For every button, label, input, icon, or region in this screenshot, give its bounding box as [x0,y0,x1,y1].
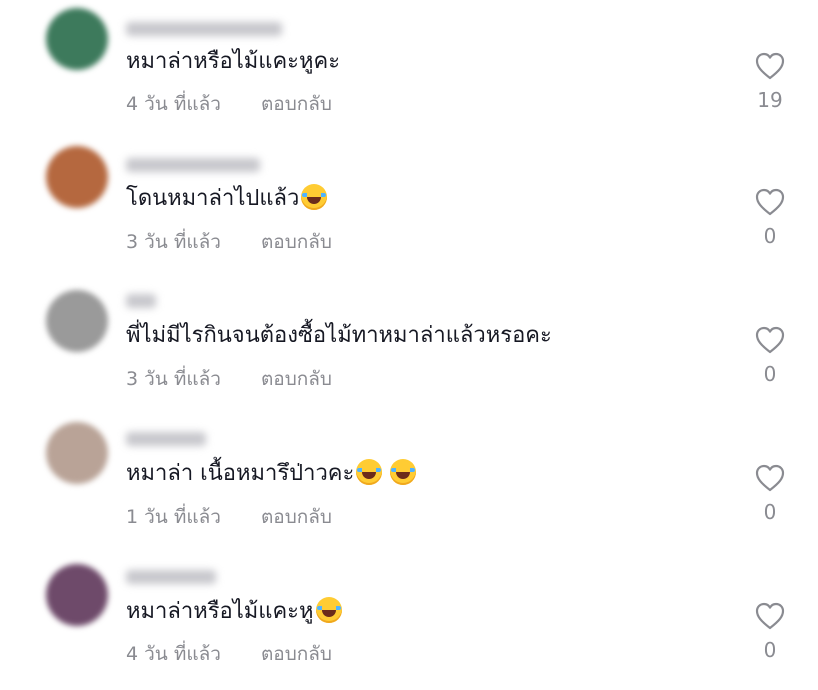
heart-outline-icon [755,326,785,354]
avatar[interactable] [46,422,108,484]
reply-button[interactable]: ตอบกลับ [261,89,332,119]
laughing-crying-emoji [315,597,342,623]
comment-item: หมาล่า เนื้อหมารึป่าวคะ 1 วัน ที่แล้ว ตอ… [0,414,818,552]
comment-text: หมาล่าหรือไม้แคะหูคะ [126,48,340,76]
username-blurred [126,294,156,308]
reply-button[interactable]: ตอบกลับ [261,502,332,532]
heart-outline-icon [755,52,785,80]
like-count: 0 [763,224,777,248]
comment-meta: 3 วัน ที่แล้ว ตอบกลับ [126,364,332,394]
reply-button[interactable]: ตอบกลับ [261,227,332,257]
comment-meta: 3 วัน ที่แล้ว ตอบกลับ [126,227,332,257]
username-blurred [126,432,206,446]
comment-meta: 4 วัน ที่แล้ว ตอบกลับ [126,89,332,119]
avatar[interactable] [46,290,108,352]
comment-text: หมาล่าหรือไม้แคะหู [126,597,342,626]
avatar[interactable] [46,564,108,626]
comment-time: 4 วัน ที่แล้ว [126,93,221,115]
avatar[interactable] [46,146,108,208]
comment-time: 4 วัน ที่แล้ว [126,643,221,665]
laughing-crying-emoji [356,459,383,485]
comment-item: พี่ไม่มีไรกินจนต้องซื้อไม้ทาหมาล่าแล้วหร… [0,276,818,414]
like-button[interactable]: 19 [752,52,788,112]
reply-button[interactable]: ตอบกลับ [261,639,332,669]
comment-meta: 1 วัน ที่แล้ว ตอบกลับ [126,502,332,532]
heart-outline-icon [755,464,785,492]
comment-meta: 4 วัน ที่แล้ว ตอบกลับ [126,639,332,669]
laughing-crying-emoji [301,184,328,210]
comment-text: หมาล่า เนื้อหมารึป่าวคะ [126,459,417,488]
comment-time: 3 วัน ที่แล้ว [126,368,221,390]
like-count: 0 [763,638,777,662]
comment-item: โดนหมาล่าไปแล้ว 3 วัน ที่แล้ว ตอบกลับ 0 [0,138,818,276]
reply-button[interactable]: ตอบกลับ [261,364,332,394]
like-count: 19 [757,88,783,112]
username-blurred [126,570,216,584]
heart-outline-icon [755,188,785,216]
username-blurred [126,158,260,172]
comment-text-content: หมาล่าหรือไม้แคะหูคะ [126,49,341,74]
comment-item: หมาล่าหรือไม้แคะหู 4 วัน ที่แล้ว ตอบกลับ… [0,552,818,690]
like-button[interactable]: 0 [752,464,788,524]
comment-text-content: หมาล่า เนื้อหมารึป่าวคะ [126,461,355,486]
comment-text: โดนหมาล่าไปแล้ว [126,184,328,213]
comment-time: 1 วัน ที่แล้ว [126,506,221,528]
avatar[interactable] [46,8,108,70]
comment-time: 3 วัน ที่แล้ว [126,231,221,253]
comment-text-content: พี่ไม่มีไรกินจนต้องซื้อไม้ทาหมาล่าแล้วหร… [126,323,552,348]
like-button[interactable]: 0 [752,326,788,386]
like-button[interactable]: 0 [752,602,788,662]
like-count: 0 [763,500,777,524]
comment-text-content: โดนหมาล่าไปแล้ว [126,186,300,211]
comment-text-content: หมาล่าหรือไม้แคะหู [126,599,314,624]
comment-item: หมาล่าหรือไม้แคะหูคะ 4 วัน ที่แล้ว ตอบกล… [0,0,818,138]
heart-outline-icon [755,602,785,630]
like-count: 0 [763,362,777,386]
like-button[interactable]: 0 [752,188,788,248]
comment-text: พี่ไม่มีไรกินจนต้องซื้อไม้ทาหมาล่าแล้วหร… [126,322,552,350]
laughing-crying-emoji [390,459,417,485]
username-blurred [126,22,282,36]
